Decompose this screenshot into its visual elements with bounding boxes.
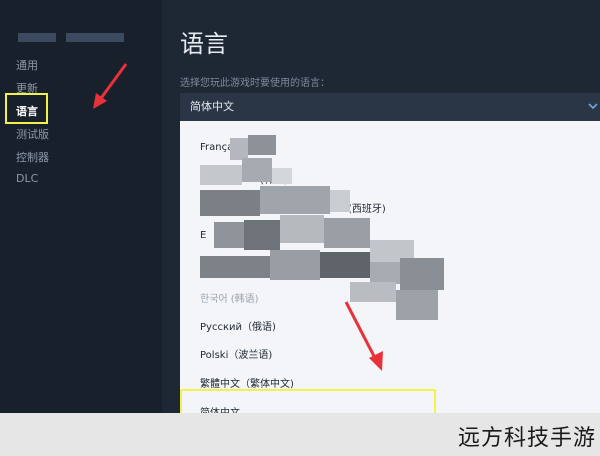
watermark-text: 远方科技手游 [457,426,596,451]
language-select-value: 简体中文 [190,100,234,113]
language-option-obscured[interactable]: E [200,230,206,241]
language-option-korean[interactable]: 한국어 (韩语) [200,290,259,305]
language-option-russian[interactable]: Русский（俄语) [200,318,276,333]
chevron-down-icon [588,103,598,110]
settings-sidebar: 通用 更新 语言 测试版 控制器 DLC [0,0,162,456]
sidebar-item-updates[interactable]: 更新 [16,80,38,96]
language-option-polish[interactable]: Polski（波兰语) [200,346,272,361]
blurred-title-part-2 [66,33,124,42]
blurred-title-part-1 [18,33,56,42]
language-select[interactable]: 简体中文 [180,93,600,121]
page-title: 语言 [180,30,228,58]
sidebar-item-general[interactable]: 通用 [16,57,38,73]
language-option-traditional-chinese[interactable]: 繁體中文（繁体中文) [200,375,294,390]
sidebar-item-beta[interactable]: 测试版 [16,126,49,142]
sidebar-item-controller[interactable]: 控制器 [16,149,49,165]
page-subtitle: 选择您玩此游戏时要使用的语言： [180,78,330,89]
language-option-spanish-obscured[interactable]: (西班牙) [348,200,386,215]
sidebar-item-language[interactable]: 语言 [16,103,38,119]
sidebar-item-dlc[interactable]: DLC [16,172,38,185]
